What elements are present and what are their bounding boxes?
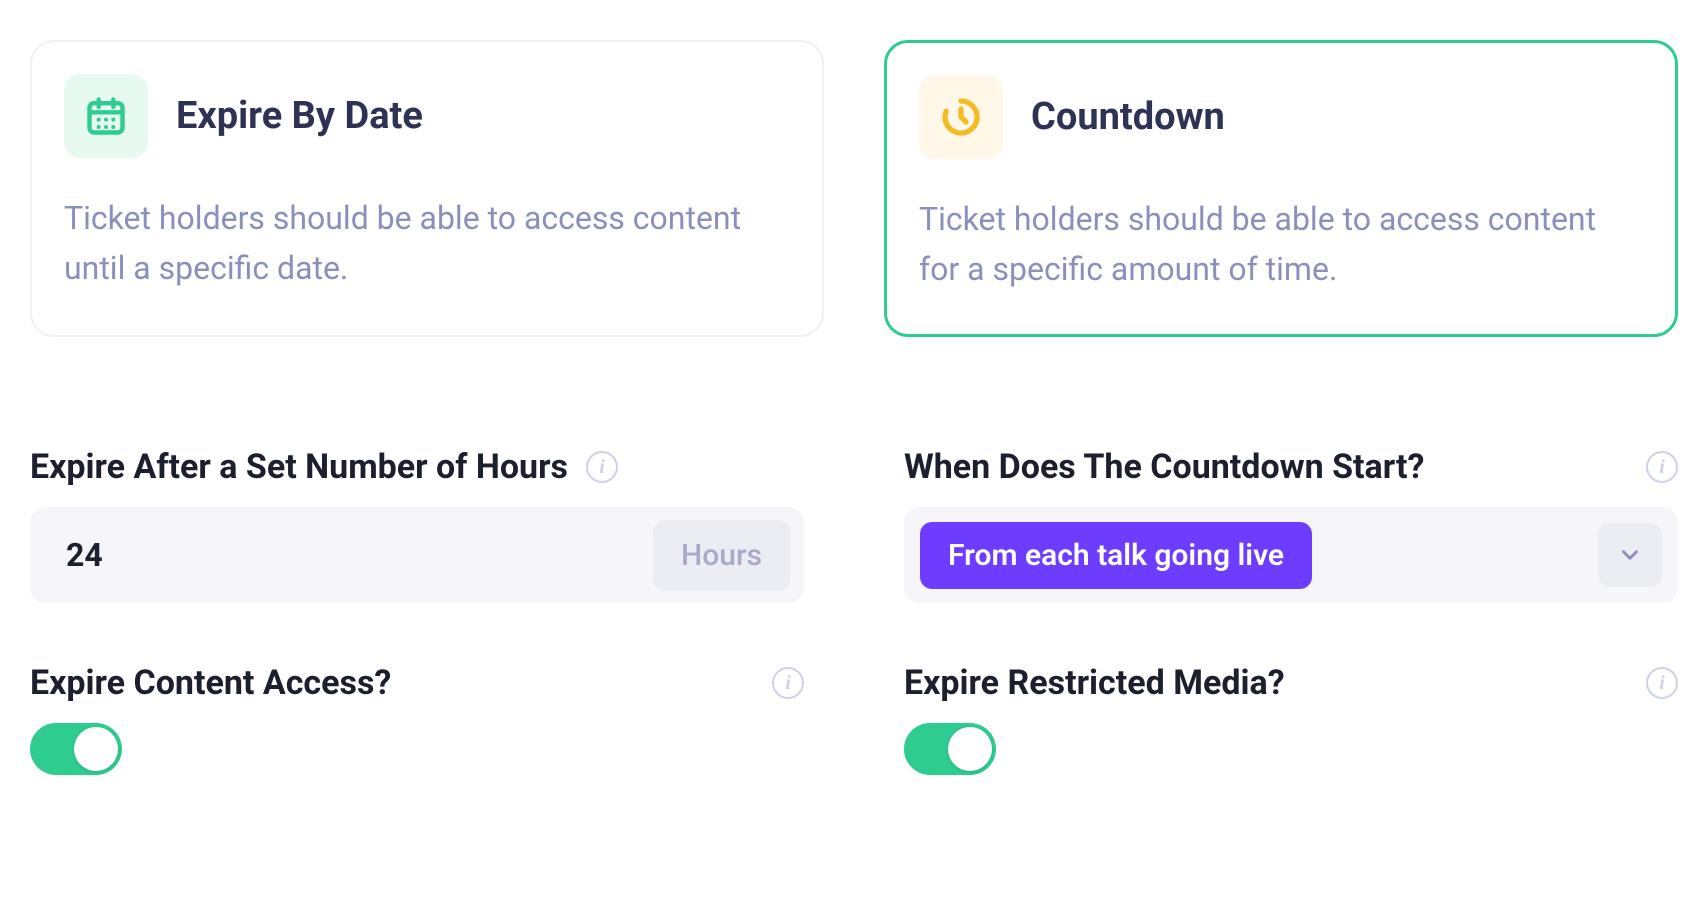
hours-label: Expire After a Set Number of Hours	[30, 447, 568, 487]
toggle-knob	[74, 727, 118, 771]
info-icon[interactable]: i	[586, 451, 618, 483]
info-icon[interactable]: i	[772, 667, 804, 699]
hours-suffix: Hours	[653, 520, 790, 591]
countdown-start-select[interactable]: From each talk going live	[904, 507, 1678, 603]
option-card-description: Ticket holders should be able to access …	[64, 194, 790, 293]
expire-content-access-block: Expire Content Access? i	[30, 663, 804, 775]
info-icon[interactable]: i	[1646, 667, 1678, 699]
info-icon[interactable]: i	[1646, 451, 1678, 483]
option-card-header: Countdown	[919, 75, 1643, 159]
expire-restricted-media-label: Expire Restricted Media?	[904, 663, 1285, 703]
stopwatch-icon	[919, 75, 1003, 159]
calendar-icon	[64, 74, 148, 158]
option-card-row: Expire By Date Ticket holders should be …	[30, 40, 1678, 337]
toggle-knob	[948, 727, 992, 771]
option-card-title: Countdown	[1031, 95, 1225, 139]
countdown-start-label: When Does The Countdown Start?	[904, 447, 1424, 487]
expire-content-access-toggle[interactable]	[30, 723, 122, 775]
option-card-title: Expire By Date	[176, 94, 423, 138]
field-label-row: Expire After a Set Number of Hours i	[30, 447, 804, 487]
option-card-expire-by-date[interactable]: Expire By Date Ticket holders should be …	[30, 40, 824, 337]
expire-restricted-media-block: Expire Restricted Media? i	[904, 663, 1678, 775]
expire-restricted-media-toggle[interactable]	[904, 723, 996, 775]
option-card-header: Expire By Date	[64, 74, 790, 158]
hours-input[interactable]	[44, 536, 653, 574]
field-label-row: When Does The Countdown Start? i	[904, 447, 1678, 487]
expire-content-access-label: Expire Content Access?	[30, 663, 391, 703]
option-card-description: Ticket holders should be able to access …	[919, 195, 1643, 294]
select-value: From each talk going live	[920, 522, 1312, 589]
field-label-row: Expire Restricted Media? i	[904, 663, 1678, 703]
chevron-down-icon	[1598, 523, 1662, 587]
option-card-countdown[interactable]: Countdown Ticket holders should be able …	[884, 40, 1678, 337]
form-grid: Expire After a Set Number of Hours i Hou…	[30, 447, 1678, 775]
hours-field-block: Expire After a Set Number of Hours i Hou…	[30, 447, 804, 603]
countdown-start-block: When Does The Countdown Start? i From ea…	[904, 447, 1678, 603]
field-label-row: Expire Content Access? i	[30, 663, 804, 703]
hours-input-group: Hours	[30, 507, 804, 603]
